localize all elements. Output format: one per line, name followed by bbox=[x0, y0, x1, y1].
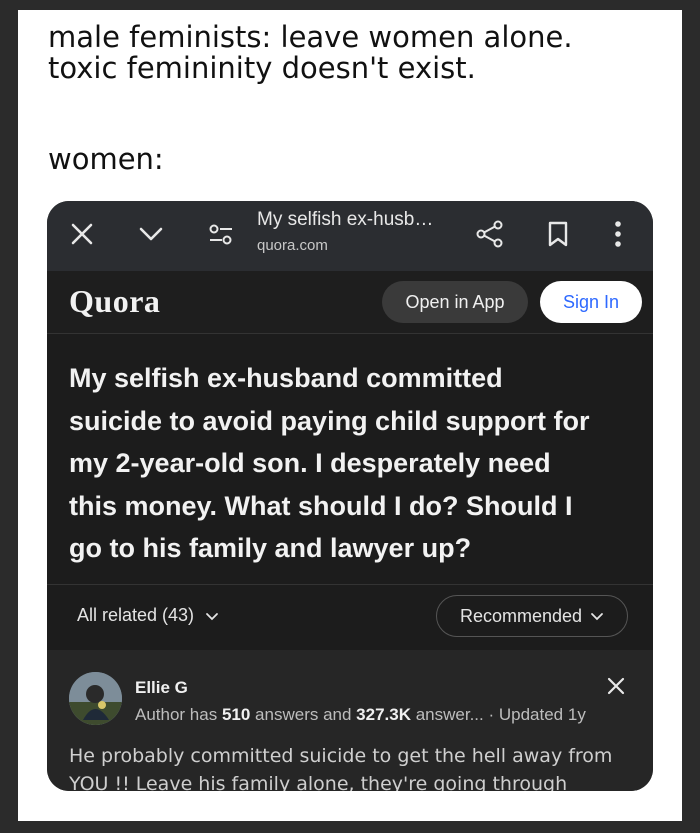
question-line: go to his family and lawyer up? bbox=[69, 533, 472, 563]
answers-count: 510 bbox=[221, 705, 251, 724]
women-label: women: bbox=[48, 142, 164, 176]
all-related-filter[interactable]: All related (43) bbox=[77, 605, 219, 627]
meme-caption: male feminists: leave women alone. toxic… bbox=[48, 22, 668, 84]
all-related-label: All related (43) bbox=[77, 605, 195, 625]
chevron-down-icon bbox=[205, 606, 219, 627]
answer-text[interactable]: He probably committed suicide to get the… bbox=[69, 742, 639, 791]
site-settings-icon[interactable] bbox=[207, 223, 235, 251]
divider bbox=[47, 584, 653, 585]
dismiss-icon[interactable] bbox=[606, 676, 626, 700]
avatar[interactable] bbox=[69, 672, 122, 725]
question-line: My selfish ex-husband committed bbox=[69, 363, 503, 393]
caption-line-2: toxic femininity doesn't exist. bbox=[48, 51, 476, 85]
sign-in-button[interactable]: Sign In bbox=[540, 281, 642, 323]
page-title[interactable]: My selfish ex-husb… bbox=[257, 209, 433, 231]
meta-text: answer... · Updated 1y bbox=[411, 705, 586, 724]
close-icon[interactable] bbox=[69, 221, 95, 251]
question-title: My selfish ex-husband committed suicide … bbox=[69, 357, 635, 570]
question-line: this money. What should I do? Should I bbox=[69, 490, 573, 521]
meta-text: answers and bbox=[250, 705, 357, 724]
more-vert-icon[interactable] bbox=[613, 219, 623, 253]
browser-toolbar: My selfish ex-husb… quora.com bbox=[47, 201, 653, 271]
share-icon[interactable] bbox=[475, 219, 505, 253]
author-name[interactable]: Ellie G bbox=[135, 678, 188, 698]
answer-card: Ellie G Author has 510 answers and 327.3… bbox=[47, 650, 653, 791]
phone-screenshot: My selfish ex-husb… quora.com Quora Open… bbox=[47, 201, 653, 791]
author-credentials: Author has 510 answers and 327.3K answer… bbox=[135, 705, 586, 725]
sort-dropdown[interactable]: Recommended bbox=[436, 595, 628, 637]
meta-text: Author has bbox=[135, 705, 222, 724]
views-count: 327.3K bbox=[356, 705, 411, 724]
caption-line-1: male feminists: leave women alone. bbox=[48, 20, 573, 54]
chevron-down-icon[interactable] bbox=[137, 223, 165, 249]
sort-label: Recommended bbox=[459, 605, 583, 626]
bookmark-icon[interactable] bbox=[547, 220, 569, 252]
quora-logo[interactable]: Quora bbox=[69, 283, 160, 320]
open-in-app-button[interactable]: Open in App bbox=[382, 281, 528, 323]
question-line: suicide to avoid paying child support fo… bbox=[69, 405, 590, 436]
question-line: my 2-year-old son. I desperately need bbox=[69, 448, 551, 478]
url-domain[interactable]: quora.com bbox=[257, 237, 328, 254]
chevron-down-icon bbox=[590, 606, 604, 627]
